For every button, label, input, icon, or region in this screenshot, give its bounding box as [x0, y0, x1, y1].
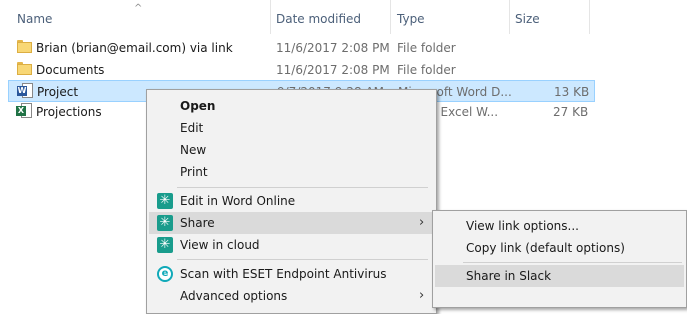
- file-type: File folder: [397, 41, 456, 55]
- slack-share-icon: ✳: [157, 193, 173, 209]
- menu-item-label: Edit in Word Online: [180, 194, 296, 208]
- file-type: t Excel W...: [432, 105, 499, 119]
- menu-item-print[interactable]: Print: [149, 161, 434, 183]
- file-name: Documents: [36, 63, 105, 77]
- file-row[interactable]: Documents 11/6/2017 2:08 PM File folder: [0, 59, 590, 81]
- menu-item-label: Share: [180, 216, 215, 230]
- menu-item-label: Advanced options: [180, 289, 288, 303]
- context-menu: Open Edit New Print ✳ Edit in Word Onlin…: [146, 89, 437, 314]
- folder-icon: [17, 62, 33, 76]
- slack-share-icon: ✳: [157, 215, 173, 231]
- menu-item-label: Print: [180, 165, 208, 179]
- column-divider[interactable]: [509, 0, 510, 34]
- menu-item-scan-eset[interactable]: e Scan with ESET Endpoint Antivirus: [149, 263, 434, 285]
- column-header: ^ Name Date modified Type Size: [0, 0, 687, 34]
- column-divider[interactable]: [589, 0, 590, 34]
- menu-item-label: Copy link (default options): [466, 241, 625, 255]
- file-name: Brian (brian@email.com) via link: [36, 41, 233, 55]
- menu-item-label: Edit: [180, 121, 204, 135]
- column-header-type[interactable]: Type: [397, 12, 425, 26]
- menu-item-copy-link[interactable]: Copy link (default options): [435, 237, 684, 259]
- menu-item-label: Open: [180, 99, 216, 113]
- menu-item-label: Share in Slack: [466, 269, 552, 283]
- menu-separator: [463, 262, 682, 263]
- menu-item-advanced-options[interactable]: Advanced options ›: [149, 285, 434, 307]
- file-size: 13 KB: [554, 85, 590, 99]
- column-header-size[interactable]: Size: [515, 12, 540, 26]
- excel-workbook-icon: X: [16, 103, 32, 119]
- menu-item-view-in-cloud[interactable]: ✳ View in cloud: [149, 234, 434, 256]
- share-submenu: View link options... Copy link (default …: [432, 210, 687, 308]
- menu-item-open[interactable]: Open: [149, 95, 434, 117]
- menu-item-view-link-options[interactable]: View link options...: [435, 215, 684, 237]
- menu-item-label: New: [180, 143, 207, 157]
- column-divider[interactable]: [270, 0, 271, 34]
- eset-antivirus-icon: e: [157, 266, 173, 282]
- file-type: File folder: [397, 63, 456, 77]
- menu-item-edit-in-word-online[interactable]: ✳ Edit in Word Online: [149, 190, 434, 212]
- file-name: Project: [37, 85, 79, 99]
- file-date: 11/6/2017 2:08 PM: [276, 63, 390, 77]
- menu-item-label: View in cloud: [180, 238, 260, 252]
- menu-item-share[interactable]: ✳ Share ›: [149, 212, 434, 234]
- sort-ascending-icon[interactable]: ^: [134, 3, 142, 14]
- slack-share-icon: ✳: [157, 237, 173, 253]
- word-document-icon: W: [17, 83, 33, 99]
- menu-item-share-in-slack[interactable]: Share in Slack: [435, 265, 684, 287]
- menu-separator: [177, 187, 428, 188]
- column-divider[interactable]: [390, 0, 391, 34]
- folder-icon: [17, 40, 33, 54]
- column-header-date-modified[interactable]: Date modified: [276, 12, 361, 26]
- menu-item-edit[interactable]: Edit: [149, 117, 434, 139]
- menu-item-label: View link options...: [466, 219, 579, 233]
- menu-item-new[interactable]: New: [149, 139, 434, 161]
- chevron-right-icon: ›: [419, 288, 425, 303]
- menu-separator: [177, 259, 428, 260]
- column-header-name[interactable]: Name: [17, 12, 52, 26]
- chevron-right-icon: ›: [419, 215, 425, 230]
- file-size: 27 KB: [553, 105, 589, 119]
- file-name: Projections: [36, 105, 102, 119]
- file-row[interactable]: Brian (brian@email.com) via link 11/6/20…: [0, 37, 590, 59]
- file-date: 11/6/2017 2:08 PM: [276, 41, 390, 55]
- menu-item-label: Scan with ESET Endpoint Antivirus: [180, 267, 387, 281]
